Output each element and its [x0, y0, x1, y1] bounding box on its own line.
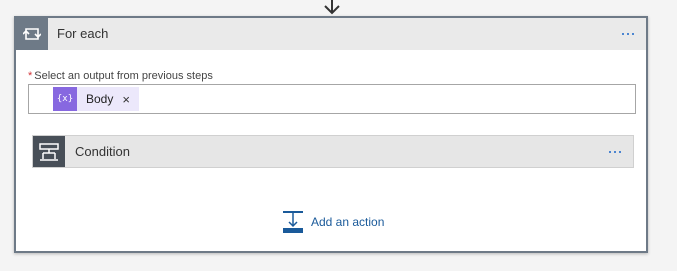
- field-label-text: Select an output from previous steps: [34, 70, 213, 82]
- for-each-header[interactable]: For each: [16, 18, 646, 50]
- more-icon[interactable]: [605, 136, 625, 167]
- field-label: * Select an output from previous steps: [28, 70, 213, 82]
- loop-icon: [16, 18, 48, 50]
- token-label: Body: [86, 92, 114, 106]
- for-each-card: For each * Select an output from previous…: [14, 16, 648, 253]
- expression-icon: {x}: [53, 87, 77, 111]
- add-action-label: Add an action: [311, 215, 385, 229]
- token-remove-icon[interactable]: ×: [122, 92, 130, 107]
- body-token[interactable]: {x} Body ×: [53, 87, 139, 111]
- condition-card[interactable]: Condition: [32, 135, 634, 168]
- condition-title: Condition: [75, 144, 130, 159]
- output-selector-field[interactable]: {x} Body ×: [28, 84, 636, 114]
- add-action-icon: [283, 211, 303, 233]
- required-marker: *: [28, 70, 33, 82]
- more-icon[interactable]: [618, 18, 638, 50]
- condition-icon: [33, 136, 65, 167]
- add-action-button[interactable]: Add an action: [282, 210, 384, 234]
- for-each-title: For each: [57, 26, 109, 41]
- arrow-down-icon: [324, 0, 340, 15]
